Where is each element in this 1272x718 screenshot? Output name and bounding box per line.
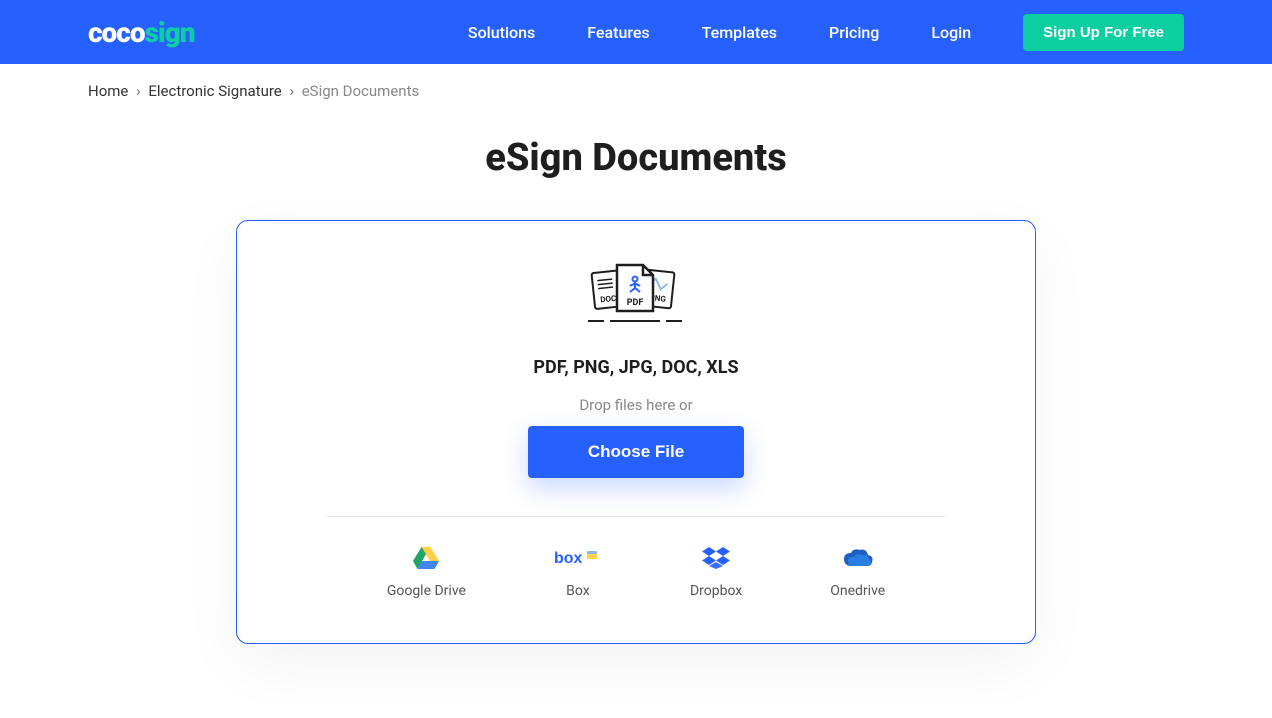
header: cocosign Solutions Features Templates Pr… (0, 0, 1272, 64)
box-icon: box (554, 547, 602, 569)
supported-formats: PDF, PNG, JPG, DOC, XLS (297, 357, 975, 378)
cloud-providers: Google Drive box Box (297, 547, 975, 599)
divider (327, 516, 945, 517)
provider-label: Box (566, 583, 590, 599)
breadcrumb: Home › Electronic Signature › eSign Docu… (0, 64, 1272, 118)
logo[interactable]: cocosign (88, 16, 195, 49)
document-stack-icon: DOC PNG PDF (297, 261, 975, 329)
choose-file-button[interactable]: Choose File (528, 426, 744, 478)
nav-pricing[interactable]: Pricing (829, 23, 879, 42)
onedrive-icon (842, 547, 874, 569)
nav-templates[interactable]: Templates (702, 23, 777, 42)
nav-solutions[interactable]: Solutions (468, 23, 535, 42)
breadcrumb-separator: › (136, 82, 141, 100)
provider-dropbox[interactable]: Dropbox (690, 547, 742, 599)
provider-label: Google Drive (387, 583, 466, 599)
nav-features[interactable]: Features (587, 23, 649, 42)
nav-login[interactable]: Login (931, 23, 971, 42)
provider-onedrive[interactable]: Onedrive (830, 547, 885, 599)
logo-part1: coco (88, 16, 145, 49)
svg-text:DOC: DOC (600, 294, 617, 305)
svg-text:PDF: PDF (627, 298, 644, 308)
svg-text:box: box (554, 550, 583, 567)
breadcrumb-separator: › (289, 82, 294, 100)
provider-label: Dropbox (690, 583, 742, 599)
breadcrumb-current: eSign Documents (302, 82, 420, 100)
breadcrumb-home[interactable]: Home (88, 82, 128, 100)
main-nav: Solutions Features Templates Pricing Log… (468, 14, 1184, 51)
logo-part2: sign (145, 16, 195, 49)
dropbox-icon (702, 547, 730, 569)
provider-box[interactable]: box Box (554, 547, 602, 599)
page-title: eSign Documents (0, 136, 1272, 180)
signup-button[interactable]: Sign Up For Free (1023, 14, 1184, 51)
provider-googledrive[interactable]: Google Drive (387, 547, 466, 599)
breadcrumb-esignature[interactable]: Electronic Signature (148, 82, 281, 100)
drop-hint: Drop files here or (297, 396, 975, 414)
provider-label: Onedrive (830, 583, 885, 599)
upload-card[interactable]: DOC PNG PDF PDF, PNG, (236, 220, 1036, 644)
googledrive-icon (413, 547, 439, 569)
